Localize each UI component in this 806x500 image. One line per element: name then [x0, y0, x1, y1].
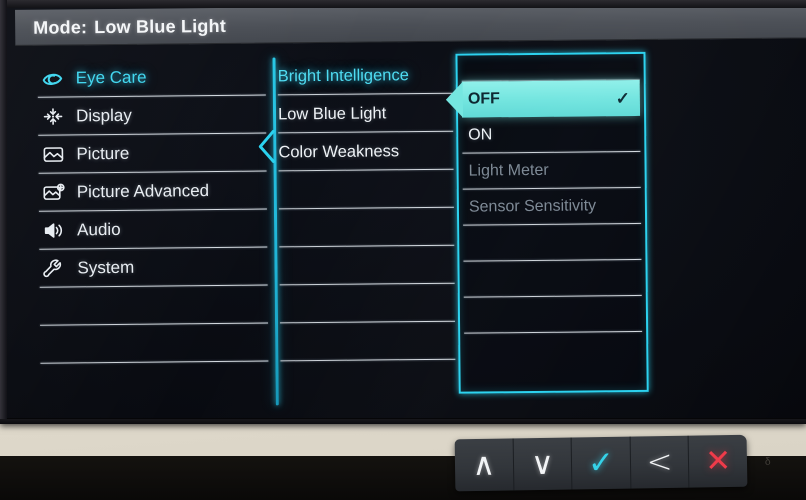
- checkmark-icon: ✓: [615, 88, 630, 108]
- row-divider: [280, 358, 456, 362]
- sidebar-empty-row: [40, 286, 269, 326]
- osd-columns: Eye Care Display Picture Picture Advanced Au…: [7, 40, 806, 418]
- mode-indicator: Mode: Low Blue Light: [33, 15, 226, 38]
- sidebar-item-system[interactable]: System: [39, 248, 268, 288]
- sidebar-item-picture[interactable]: Picture: [38, 134, 267, 174]
- osd-options-panel: OFF ✓ ON Light Meter Sensor Sensitivity: [445, 51, 649, 394]
- speaker-icon: [41, 218, 67, 242]
- monitor-panel: Mode: Low Blue Light Eye Care Display Pictu…: [0, 0, 806, 424]
- confirm-button[interactable]: ✓: [571, 436, 632, 490]
- sidebar-item-label: Picture: [76, 143, 130, 164]
- up-button[interactable]: ∧: [454, 438, 515, 492]
- osd-sidebar: Eye Care Display Picture Picture Advanced Au…: [37, 58, 269, 364]
- wrench-icon: [41, 256, 67, 280]
- sidebar-item-label: Eye Care: [75, 67, 147, 88]
- submenu-empty-row: [280, 284, 456, 324]
- bezel-bottom: [0, 419, 806, 424]
- osd-menu: Mode: Low Blue Light Eye Care Display Pictu…: [7, 0, 806, 418]
- submenu-item-label: Color Weakness: [278, 141, 400, 161]
- option-empty-row: [464, 296, 643, 334]
- option-item-label: ON: [468, 126, 493, 144]
- sidebar-item-label: System: [77, 257, 135, 278]
- row-divider: [40, 360, 269, 364]
- back-button[interactable]: <: [630, 435, 690, 489]
- submenu-item-color-weakness[interactable]: Color Weakness: [278, 132, 454, 172]
- mode-value: Low Blue Light: [94, 15, 227, 37]
- submenu-empty-row: [279, 246, 455, 286]
- row-divider: [464, 330, 643, 334]
- submenu-item-bright-intelligence[interactable]: Bright Intelligence: [277, 56, 453, 96]
- display-resize-icon: [40, 104, 66, 128]
- monitor-control-buttons: ∧ ∨ ✓ < ✕: [454, 434, 748, 492]
- submenu-empty-row: [278, 170, 454, 210]
- confirm-glyph-icon: ✓: [587, 444, 615, 481]
- down-button[interactable]: ∨: [513, 437, 573, 491]
- submenu-empty-row: [280, 322, 456, 362]
- submenu-item-low-blue-light[interactable]: Low Blue Light: [277, 94, 454, 134]
- option-item-label: Sensor Sensitivity: [468, 197, 597, 216]
- bezel-top: [0, 0, 806, 8]
- osd-submenu: Bright Intelligence Low Blue Light Color W…: [277, 56, 456, 362]
- exit-button[interactable]: ✕: [689, 435, 747, 488]
- back-glyph-icon: <: [646, 443, 673, 480]
- option-item-light-meter: Light Meter: [462, 152, 641, 190]
- option-item-label: Light Meter: [468, 161, 549, 180]
- option-item-on[interactable]: ON: [462, 116, 641, 154]
- sidebar-item-audio[interactable]: Audio: [39, 210, 268, 250]
- bezel-left: [0, 0, 7, 424]
- down-glyph-icon: ∨: [530, 445, 555, 482]
- options-panel-header-row: [461, 54, 640, 82]
- option-item-label: OFF: [467, 90, 500, 108]
- exit-glyph-icon: ✕: [704, 442, 732, 479]
- option-empty-row: [463, 224, 642, 262]
- brand-logo-icon: ᵟ: [764, 455, 771, 473]
- up-glyph-icon: ∧: [472, 446, 496, 483]
- osd-options-list: OFF ✓ ON Light Meter Sensor Sensitivity: [445, 54, 646, 334]
- picture-advanced-icon: [41, 180, 67, 204]
- option-item-off[interactable]: OFF ✓: [445, 79, 641, 118]
- submenu-item-label: Low Blue Light: [277, 103, 387, 123]
- picture-icon: [40, 142, 66, 166]
- osd-titlebar: Mode: Low Blue Light: [15, 2, 806, 46]
- sidebar-empty-row: [40, 324, 269, 364]
- sidebar-item-label: Display: [75, 105, 132, 126]
- option-empty-row: [463, 260, 642, 298]
- selection-pointer-icon: [253, 129, 275, 163]
- option-item-sensor-sensitivity: Sensor Sensitivity: [463, 188, 642, 226]
- option-selection-arrow-icon: [445, 81, 464, 118]
- sidebar-item-eye-care[interactable]: Eye Care: [37, 58, 266, 98]
- submenu-empty-row: [279, 208, 455, 248]
- mode-label: Mode:: [33, 16, 88, 38]
- sidebar-item-label: Picture Advanced: [76, 181, 210, 202]
- eye-icon: [40, 66, 66, 90]
- submenu-item-label: Bright Intelligence: [277, 65, 409, 85]
- sidebar-item-picture-advanced[interactable]: Picture Advanced: [38, 172, 267, 212]
- sidebar-item-display[interactable]: Display: [38, 96, 267, 136]
- sidebar-item-label: Audio: [77, 219, 121, 240]
